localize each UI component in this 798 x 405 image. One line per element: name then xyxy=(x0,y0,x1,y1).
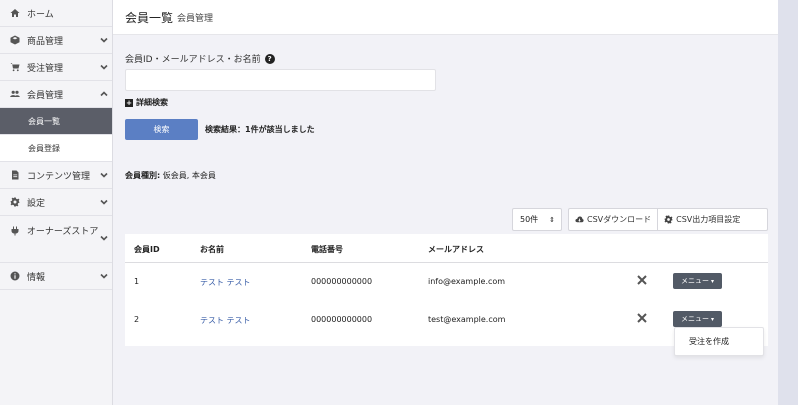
csv-settings-button[interactable]: CSV出力項目設定 xyxy=(657,209,746,230)
search-result-text: 検索結果：1件が該当しました xyxy=(205,125,315,134)
file-icon xyxy=(9,169,21,181)
sidebar-item-products[interactable]: 商品管理 xyxy=(0,27,112,54)
gear-icon xyxy=(9,196,21,208)
page-title: 会員一覧 xyxy=(125,10,174,25)
member-table: 会員ID お名前 電話番号 メールアドレス 1 テスト テスト 00000000… xyxy=(125,234,768,346)
sidebar-item-label: コンテンツ管理 xyxy=(27,171,91,182)
sidebar-item-label: ホーム xyxy=(27,9,54,20)
row-menu-label: メニュー xyxy=(680,277,709,285)
caret-down-icon: ▾ xyxy=(710,315,714,323)
delete-icon[interactable] xyxy=(637,313,647,323)
sidebar-item-label: 受注管理 xyxy=(27,63,64,74)
column-header-phone: 電話番号 xyxy=(311,245,343,254)
sidebar-item-home[interactable]: ホーム xyxy=(0,0,112,27)
page-subtitle: 会員管理 xyxy=(177,13,214,24)
csv-button-group: CSVダウンロード CSV出力項目設定 xyxy=(568,208,768,231)
sidebar-item-info[interactable]: 情報 xyxy=(0,263,112,290)
member-id: 2 xyxy=(134,315,140,324)
chevron-down-icon xyxy=(100,234,108,242)
chevron-down-icon xyxy=(100,36,108,44)
column-header-id: 会員ID xyxy=(134,245,160,254)
sidebar-item-label: 会員管理 xyxy=(27,90,64,101)
plus-square-icon: + xyxy=(125,98,133,107)
sidebar-item-label: 商品管理 xyxy=(27,36,64,47)
table-header: 会員ID お名前 電話番号 メールアドレス xyxy=(125,234,768,263)
table-row: 2 テスト テスト 000000000000 test@example.com … xyxy=(125,301,768,339)
caret-down-icon: ▾ xyxy=(710,277,714,285)
sidebar-item-label: 情報 xyxy=(27,272,46,283)
cart-icon xyxy=(9,61,21,73)
row-menu-dropdown-item-create-order[interactable]: 受注を作成 xyxy=(674,327,764,356)
chevron-down-icon xyxy=(100,198,108,206)
csv-download-label: CSVダウンロード xyxy=(587,215,652,224)
member-id: 1 xyxy=(134,277,140,286)
advanced-search-label: 詳細検索 xyxy=(136,98,168,107)
sidebar-item-orders[interactable]: 受注管理 xyxy=(0,54,112,81)
help-icon[interactable]: ? xyxy=(264,53,275,64)
delete-icon[interactable] xyxy=(637,275,647,285)
gear-icon xyxy=(664,215,673,224)
per-page-value: 50件 xyxy=(520,215,539,224)
column-header-name: お名前 xyxy=(200,245,224,254)
sort-caret-icon: ⇕ xyxy=(549,216,555,224)
page-header: 会員一覧 会員管理 xyxy=(113,0,778,35)
column-header-email: メールアドレス xyxy=(428,245,484,254)
csv-settings-label: CSV出力項目設定 xyxy=(676,215,741,224)
right-edge-panel xyxy=(778,0,798,405)
per-page-select[interactable]: 50件 ⇕ xyxy=(512,208,562,231)
sidebar-item-owners-store[interactable]: オーナーズストア xyxy=(0,216,112,263)
member-type-value: 仮会員, 本会員 xyxy=(162,171,216,180)
member-type-label: 会員種別: xyxy=(125,171,161,180)
member-name-link[interactable]: テスト テスト xyxy=(200,277,251,288)
search-label-text: 会員ID・メールアドレス・お名前 xyxy=(125,55,261,65)
member-name-link[interactable]: テスト テスト xyxy=(200,315,251,326)
sidebar-item-members[interactable]: 会員管理 xyxy=(0,81,112,108)
member-email: info@example.com xyxy=(428,277,506,286)
sidebar-subitem-member-list[interactable]: 会員一覧 xyxy=(0,108,112,135)
plug-icon xyxy=(9,225,21,237)
users-icon xyxy=(9,88,21,100)
chevron-down-icon xyxy=(100,171,108,179)
row-menu-button[interactable]: メニュー ▾ xyxy=(673,273,722,289)
sidebar: ホーム 商品管理 受注管理 会員管理 会員一覧 会員登録 コンテンツ管理 設定 … xyxy=(0,0,113,405)
search-input[interactable] xyxy=(125,69,436,91)
cloud-download-icon xyxy=(575,216,584,223)
csv-download-button[interactable]: CSVダウンロード xyxy=(569,209,657,230)
member-email: test@example.com xyxy=(428,315,506,324)
member-phone: 000000000000 xyxy=(311,277,373,286)
search-button[interactable]: 検索 xyxy=(125,119,198,140)
member-type-filter: 会員種別: 仮会員, 本会員 xyxy=(125,170,216,181)
sidebar-item-contents[interactable]: コンテンツ管理 xyxy=(0,162,112,189)
row-menu-label: メニュー xyxy=(680,315,709,323)
advanced-search-toggle[interactable]: + 詳細検索 xyxy=(125,97,168,108)
member-phone: 000000000000 xyxy=(311,315,373,324)
info-icon xyxy=(9,270,21,282)
sidebar-item-label: 設定 xyxy=(27,198,46,209)
chevron-up-icon xyxy=(100,90,108,98)
sidebar-subitem-member-register[interactable]: 会員登録 xyxy=(0,135,112,162)
cube-icon xyxy=(9,34,21,46)
search-label: 会員ID・メールアドレス・お名前 ? xyxy=(125,52,275,65)
chevron-down-icon xyxy=(100,272,108,280)
home-icon xyxy=(9,7,21,19)
chevron-down-icon xyxy=(100,63,108,71)
row-menu-button[interactable]: メニュー ▾ xyxy=(673,311,722,327)
sidebar-item-settings[interactable]: 設定 xyxy=(0,189,112,216)
table-row: 1 テスト テスト 000000000000 info@example.com … xyxy=(125,263,768,301)
